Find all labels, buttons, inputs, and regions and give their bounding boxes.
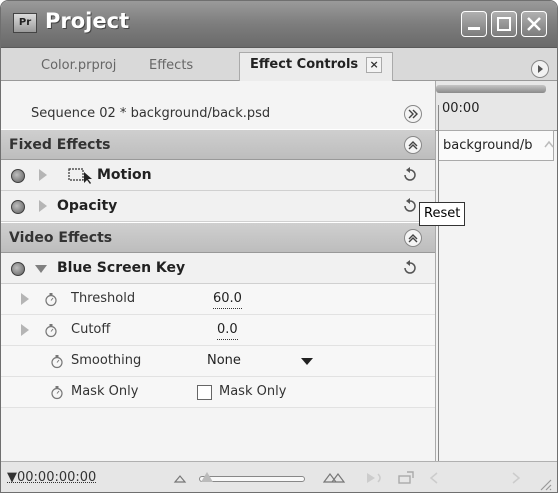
param-row-smoothing: Smoothing None xyxy=(1,346,435,377)
fixed-effects-header: Fixed Effects xyxy=(1,129,435,160)
collapse-video-effects-button[interactable] xyxy=(404,229,422,247)
cutoff-value[interactable]: 0.0 xyxy=(217,315,238,345)
reset-tooltip: Reset xyxy=(419,202,466,226)
threshold-value[interactable]: 60.0 xyxy=(213,284,242,314)
expand-triangle-icon[interactable] xyxy=(21,293,29,305)
resize-grip-icon[interactable] xyxy=(537,476,553,492)
minimize-button[interactable] xyxy=(461,11,487,37)
zoom-in-icon[interactable] xyxy=(323,470,347,484)
tab-effect-controls-label: Effect Controls xyxy=(250,57,359,72)
scroll-right-icon[interactable] xyxy=(509,470,523,486)
time-ruler[interactable]: 00:00 xyxy=(436,81,557,131)
stopwatch-icon[interactable] xyxy=(50,354,64,369)
tab-close-button[interactable]: × xyxy=(366,57,383,73)
panel-menu-button[interactable] xyxy=(531,60,549,78)
reset-icon[interactable] xyxy=(401,197,419,215)
tab-color-prproj[interactable]: Color.prproj xyxy=(31,54,126,80)
motion-label: Motion xyxy=(97,167,152,183)
double-chevron-right-icon xyxy=(408,109,418,119)
mask-only-checkbox[interactable] xyxy=(197,385,212,400)
timeline-clip[interactable]: background/b xyxy=(438,130,554,161)
close-icon xyxy=(527,17,541,31)
expand-triangle-icon[interactable] xyxy=(39,200,47,212)
smoothing-value: None xyxy=(207,353,241,368)
opacity-label: Opacity xyxy=(57,198,118,214)
playhead[interactable] xyxy=(438,105,439,461)
premiere-window-icon: Pr xyxy=(13,13,37,33)
param-row-cutoff: Cutoff 0.0 xyxy=(1,315,435,346)
mask-only-checkbox-label[interactable]: Mask Only xyxy=(219,377,286,407)
work-area-bar[interactable] xyxy=(436,85,546,93)
smoothing-label: Smoothing xyxy=(71,353,142,368)
tab-effect-controls[interactable]: Effect Controls × xyxy=(239,52,394,81)
zoom-slider-handle[interactable] xyxy=(201,472,213,482)
minimize-icon xyxy=(468,27,480,30)
expand-triangle-icon[interactable] xyxy=(21,324,29,336)
panel-menu-icon xyxy=(538,65,543,73)
zoom-slider[interactable] xyxy=(199,476,305,482)
project-window: Pr Project Color.prproj Effects Effect C… xyxy=(0,0,558,493)
effect-controls-list: Sequence 02 * background/back.psd Fixed … xyxy=(1,81,435,461)
param-row-threshold: Threshold 60.0 xyxy=(1,284,435,315)
chevron-down-icon xyxy=(301,358,313,365)
chevron-down-icon: ▼ xyxy=(7,470,17,485)
tab-bar: Color.prproj Effects Effect Controls × xyxy=(1,48,557,81)
video-effects-header: Video Effects xyxy=(1,222,435,253)
stopwatch-icon[interactable] xyxy=(44,292,58,307)
timeline-panel: 00:00 background/b xyxy=(435,81,557,461)
loop-icon[interactable] xyxy=(397,470,415,486)
zoom-out-icon[interactable] xyxy=(173,472,187,484)
fx-toggle-icon[interactable] xyxy=(11,262,25,276)
mask-only-label: Mask Only xyxy=(71,384,139,399)
expand-triangle-icon[interactable] xyxy=(39,169,47,181)
reset-icon[interactable] xyxy=(401,259,419,277)
play-audio-icon[interactable] xyxy=(365,470,385,486)
cutoff-label: Cutoff xyxy=(71,322,111,337)
effect-row-blue-screen-key: Blue Screen Key xyxy=(1,253,435,284)
maximize-button[interactable] xyxy=(491,11,517,37)
effect-row-opacity: Opacity xyxy=(1,191,435,222)
fixed-effects-label: Fixed Effects xyxy=(9,137,111,153)
stopwatch-icon[interactable] xyxy=(50,385,64,400)
close-button[interactable] xyxy=(521,11,547,37)
show-hide-timeline-button[interactable] xyxy=(404,105,422,123)
stopwatch-icon[interactable] xyxy=(44,323,58,338)
threshold-label: Threshold xyxy=(71,291,136,306)
smoothing-select[interactable]: None xyxy=(201,346,321,376)
sequence-label: Sequence 02 * background/back.psd xyxy=(31,106,271,121)
blue-screen-key-label: Blue Screen Key xyxy=(57,260,186,276)
fx-toggle-icon[interactable] xyxy=(11,200,25,214)
reset-icon[interactable] xyxy=(401,166,419,184)
fx-toggle-icon[interactable] xyxy=(11,169,25,183)
effect-row-motion: Motion xyxy=(1,160,435,191)
title-bar[interactable]: Pr Project xyxy=(1,1,557,48)
scroll-up-arrow-icon[interactable] xyxy=(542,137,556,151)
current-time-display[interactable]: ▼00:00:00:00 xyxy=(7,470,97,485)
tab-effects[interactable]: Effects xyxy=(139,54,203,80)
video-effects-label: Video Effects xyxy=(9,230,113,246)
motion-icon[interactable] xyxy=(67,167,93,185)
bottom-bar: ▼00:00:00:00 xyxy=(1,461,557,492)
window-title: Project xyxy=(45,9,130,33)
collapse-triangle-icon[interactable] xyxy=(35,265,47,273)
maximize-icon xyxy=(497,17,511,31)
double-chevron-up-icon xyxy=(408,234,418,243)
param-row-mask-only: Mask Only Mask Only xyxy=(1,377,435,408)
scroll-left-icon[interactable] xyxy=(427,470,441,486)
double-chevron-up-icon xyxy=(408,141,418,150)
ruler-timecode: 00:00 xyxy=(442,101,480,116)
collapse-fixed-effects-button[interactable] xyxy=(404,136,422,154)
